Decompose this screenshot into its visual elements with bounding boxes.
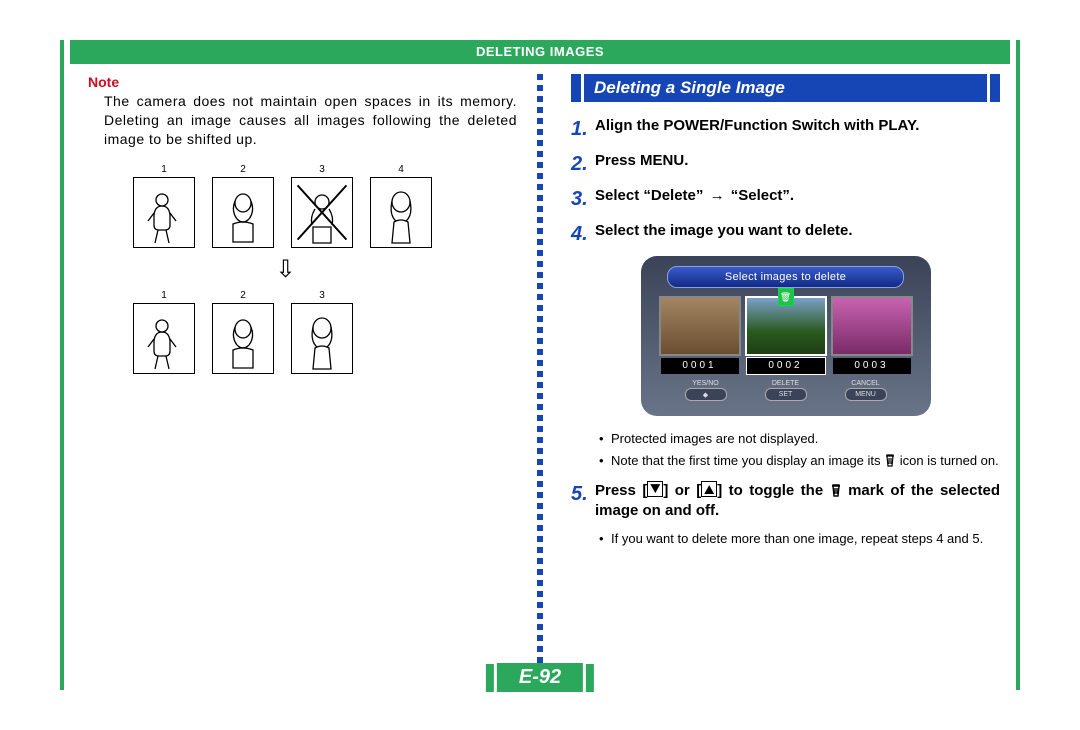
lcd-thumb: 0001 (659, 296, 741, 374)
step-number: 4. (571, 221, 595, 248)
down-key-icon (647, 481, 663, 497)
arrow-down-icon: ⇩ (118, 258, 453, 282)
step-text: Align the POWER/Function Switch with PLA… (595, 116, 1000, 143)
step5-notes: If you want to delete more than one imag… (571, 530, 1000, 548)
left-border (60, 40, 64, 690)
lcd-banner: Select images to delete (667, 266, 904, 288)
camera-lcd-illustration: Select images to delete 0001 🗑0002 0003 … (641, 256, 931, 416)
lcd-hint: DELETESET (756, 380, 816, 402)
step-number: 1. (571, 116, 595, 143)
lcd-counter: 0001 (661, 358, 739, 374)
trash-icon (884, 453, 896, 467)
step-text: Press MENU. (595, 151, 1000, 178)
note-text: The camera does not maintain open spaces… (104, 92, 517, 149)
trash-icon (830, 483, 842, 497)
thumb-number: 3 (319, 164, 325, 175)
thumb-number: 1 (161, 290, 167, 301)
note-item: Note that the first time you display an … (599, 452, 1000, 470)
thumb-number: 2 (240, 164, 246, 175)
up-key-icon (701, 481, 717, 497)
content-area: Note The camera does not maintain open s… (60, 64, 1020, 684)
right-border (1016, 40, 1020, 690)
note-item: Protected images are not displayed. (599, 430, 1000, 448)
lcd-thumb: 0003 (831, 296, 913, 374)
thumb-number: 2 (240, 290, 246, 301)
shift-diagram: 1 2 3 4 ⇩ 1 2 3 (133, 164, 453, 374)
trash-icon: 🗑 (778, 288, 794, 306)
step-number: 3. (571, 186, 595, 213)
step-text: Select “Delete” → “Select”. (595, 186, 1000, 213)
page-number: E-92 (497, 663, 583, 692)
step-number: 2. (571, 151, 595, 178)
left-column: Note The camera does not maintain open s… (60, 64, 537, 684)
thumb-frame (370, 177, 432, 248)
step-number: 5. (571, 481, 595, 522)
arrow-right-icon: → (710, 186, 725, 206)
step-text: Press [] or [] to toggle the mark of the… (595, 481, 1000, 522)
thumb-frame (212, 177, 274, 248)
manual-page: DELETING IMAGES Note The camera does not… (0, 0, 1080, 730)
thumb-frame (291, 303, 353, 374)
section-header: DELETING IMAGES (70, 40, 1010, 64)
lcd-hint: YES/NO◆ (676, 380, 736, 402)
diagram-row-after: 1 2 3 (133, 290, 453, 374)
step4-notes: Protected images are not displayed. Note… (571, 430, 1000, 469)
note-label: Note (88, 74, 517, 90)
subsection-title: Deleting a Single Image (584, 74, 987, 102)
thumb-frame (133, 303, 195, 374)
diagram-row-before: 1 2 3 4 (133, 164, 453, 248)
lcd-counter: 0003 (833, 358, 911, 374)
thumb-frame (133, 177, 195, 248)
subsection-heading: Deleting a Single Image (571, 74, 1000, 102)
lcd-counter: 0002 (747, 358, 825, 374)
thumb-number: 4 (398, 164, 404, 175)
step-text: Select the image you want to delete. (595, 221, 1000, 248)
thumb-number: 3 (319, 290, 325, 301)
step-list: 1.Align the POWER/Function Switch with P… (571, 116, 1000, 248)
thumb-frame-deleted (291, 177, 353, 248)
thumb-number: 1 (161, 164, 167, 175)
lcd-hint: CANCELMENU (836, 380, 896, 402)
lcd-thumb-selected: 🗑0002 (745, 296, 827, 374)
step-list: 5.Press [] or [] to toggle the mark of t… (571, 481, 1000, 522)
thumb-frame (212, 303, 274, 374)
right-column: Deleting a Single Image 1.Align the POWE… (543, 64, 1020, 684)
note-item: If you want to delete more than one imag… (599, 530, 1000, 548)
page-number-tab: E-92 (486, 663, 594, 692)
